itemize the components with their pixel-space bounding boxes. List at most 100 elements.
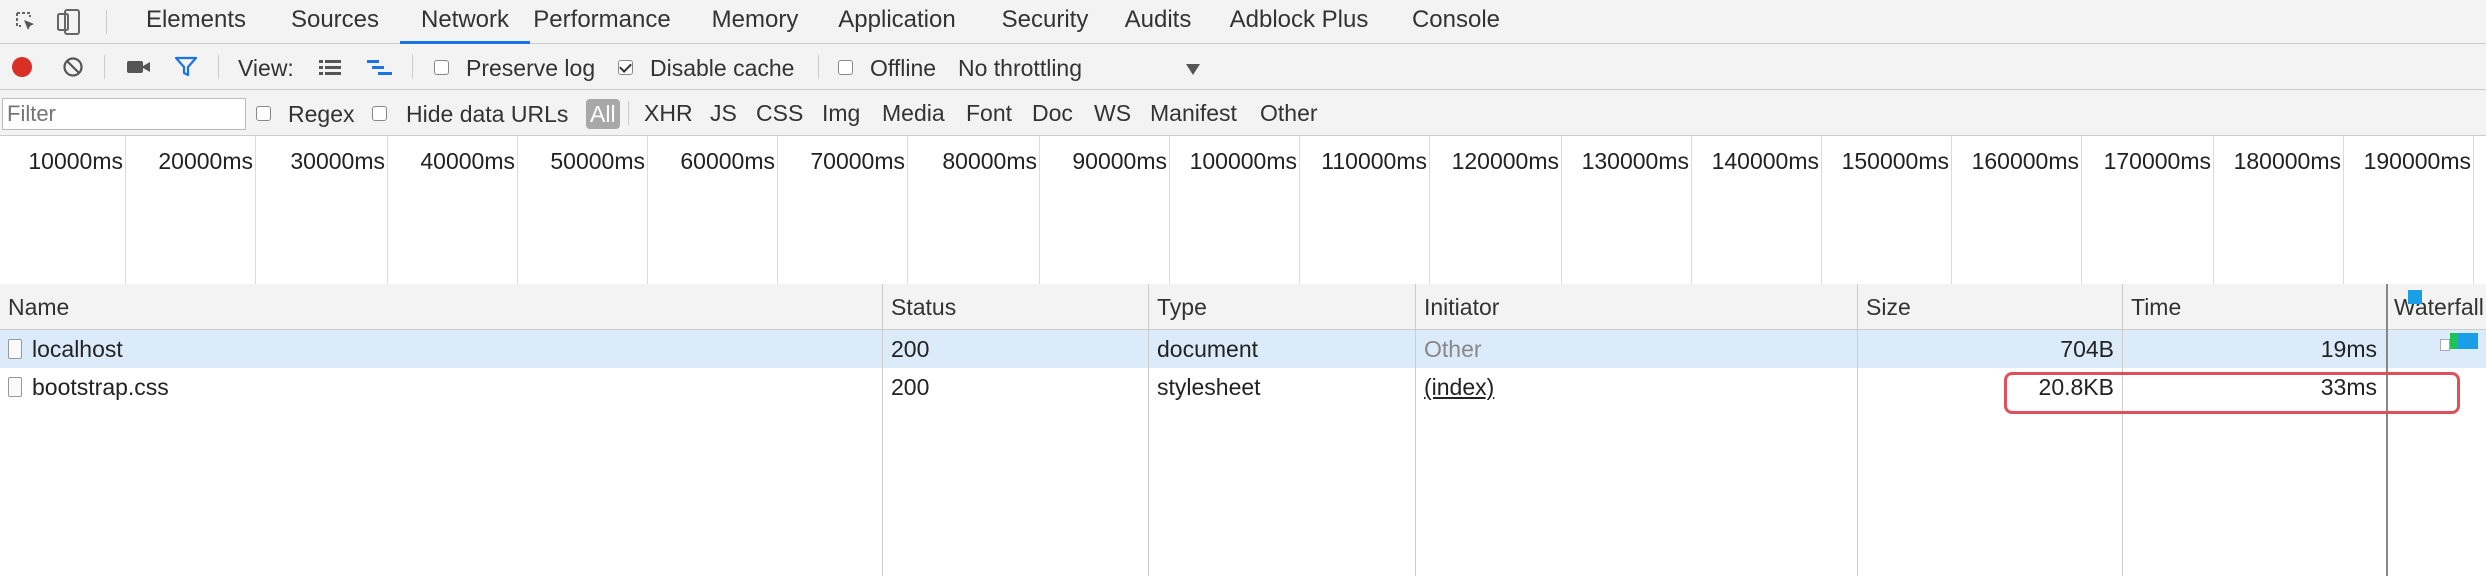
overview-tick: 100000ms <box>1170 136 1300 284</box>
waterfall-bar-content <box>2458 333 2478 349</box>
column-divider[interactable] <box>882 284 883 576</box>
request-type: document <box>1157 336 1259 362</box>
overview-tick: 20000ms <box>126 136 256 284</box>
tab-sources[interactable]: Sources <box>270 0 400 44</box>
filter-type-xhr[interactable]: XHR <box>644 100 693 127</box>
document-icon <box>8 338 22 359</box>
request-status: 200 <box>891 374 930 400</box>
tab-memory[interactable]: Memory <box>700 0 810 44</box>
disable-cache-checkbox[interactable] <box>618 60 633 75</box>
hide-data-urls-checkbox[interactable] <box>372 106 387 121</box>
filter-type-ws[interactable]: WS <box>1094 100 1131 127</box>
overview-tick: 30000ms <box>256 136 388 284</box>
waterfall-bar-waiting <box>2440 339 2450 351</box>
request-table: Name Status Type Initiator Size Time Wat… <box>0 284 2486 576</box>
filter-type-doc[interactable]: Doc <box>1032 100 1073 127</box>
overview-tick-label: 150000ms <box>1841 148 1949 174</box>
filter-icon[interactable] <box>174 56 198 78</box>
tab-label: Network <box>420 6 510 33</box>
filter-type-img[interactable]: Img <box>822 100 860 127</box>
filter-type-font[interactable]: Font <box>966 100 1012 127</box>
tab-label: Memory <box>711 6 799 33</box>
regex-checkbox[interactable] <box>256 106 271 121</box>
chevron-down-icon <box>1186 64 1200 75</box>
record-icon[interactable] <box>12 57 32 77</box>
tab-adblock-plus[interactable]: Adblock Plus <box>1224 0 1374 44</box>
overview-tick-label: 120000ms <box>1451 148 1559 174</box>
column-header-time[interactable]: Time <box>2123 284 2385 330</box>
filter-type-manifest[interactable]: Manifest <box>1150 100 1237 127</box>
tab-security[interactable]: Security <box>990 0 1100 44</box>
overview-tick-label: 50000ms <box>550 148 645 174</box>
column-header-status[interactable]: Status <box>883 284 1148 330</box>
document-icon <box>8 376 22 397</box>
request-initiator: Other <box>1424 336 1482 362</box>
column-header-initiator[interactable]: Initiator <box>1416 284 1857 330</box>
request-size: 704B <box>2060 336 2114 362</box>
request-name: localhost <box>0 330 882 368</box>
overview-tick-label: 100000ms <box>1189 148 1297 174</box>
column-divider[interactable] <box>2122 284 2123 576</box>
overview-tick-label: 190000ms <box>2363 148 2471 174</box>
overview-tick: 140000ms <box>1692 136 1822 284</box>
inspect-element-icon[interactable] <box>14 10 38 34</box>
overview-tick: 180000ms <box>2214 136 2344 284</box>
preserve-log-label: Preserve log <box>466 55 596 81</box>
tab-network[interactable]: Network <box>400 0 530 44</box>
filter-bar: Regex Hide data URLs All <box>0 90 2486 136</box>
overview-tick: 50000ms <box>518 136 648 284</box>
large-rows-icon[interactable] <box>318 58 342 76</box>
filter-input[interactable] <box>2 98 246 130</box>
column-header-name[interactable]: Name <box>0 284 882 330</box>
request-type: stylesheet <box>1157 374 1261 400</box>
overview-tick-label: 140000ms <box>1711 148 1819 174</box>
table-row[interactable]: localhost 200 document Other 704B 19ms <box>0 330 2486 368</box>
overview-tick: 90000ms <box>1040 136 1170 284</box>
tab-console[interactable]: Console <box>1398 0 1514 44</box>
filter-type-css[interactable]: CSS <box>756 100 803 127</box>
column-header-waterfall[interactable]: Waterfall <box>2388 284 2486 330</box>
device-toolbar-icon[interactable] <box>56 8 82 36</box>
filter-all-button[interactable]: All <box>586 99 620 129</box>
initiator-link[interactable]: (index) <box>1424 374 1494 400</box>
tab-label: Performance <box>533 6 671 33</box>
throttling-select[interactable]: No throttling <box>958 50 1208 84</box>
overview-tick: 110000ms <box>1300 136 1430 284</box>
overview-tick: 80000ms <box>908 136 1040 284</box>
column-divider[interactable] <box>1148 284 1149 576</box>
tab-label: Application <box>838 6 956 33</box>
filter-type-media[interactable]: Media <box>882 100 945 127</box>
request-initiator: (index) <box>1416 368 1857 406</box>
tab-elements[interactable]: Elements <box>122 0 270 44</box>
timeline-overview[interactable]: 10000ms 20000ms 30000ms 40000ms 50000ms … <box>0 136 2486 285</box>
column-divider[interactable] <box>1415 284 1416 576</box>
preserve-log-checkbox[interactable] <box>434 60 449 75</box>
tab-audits[interactable]: Audits <box>1118 0 1198 44</box>
clear-icon[interactable] <box>62 56 84 78</box>
tab-application[interactable]: Application <box>830 0 964 44</box>
overview-tick-label: 60000ms <box>680 148 775 174</box>
column-divider[interactable] <box>2386 284 2388 576</box>
overview-tick: 160000ms <box>1952 136 2082 284</box>
tab-label: Adblock Plus <box>1229 6 1369 33</box>
overview-tick-label: 90000ms <box>1072 148 1167 174</box>
devtools-tab-bar: Elements Sources Network Performance Mem… <box>0 0 2486 44</box>
overview-tick-label: 30000ms <box>290 148 385 174</box>
tab-label: Audits <box>1124 6 1192 33</box>
column-divider[interactable] <box>1857 284 1858 576</box>
tab-label: Elements <box>145 6 247 33</box>
overview-tick-label: 10000ms <box>28 148 123 174</box>
annotation-highlight <box>2004 372 2460 414</box>
request-time: 19ms <box>2320 336 2377 362</box>
filter-type-js[interactable]: JS <box>710 100 737 127</box>
overview-icon[interactable] <box>366 58 394 78</box>
column-header-type[interactable]: Type <box>1149 284 1415 330</box>
overview-tick-label: 160000ms <box>1971 148 2079 174</box>
column-header-size[interactable]: Size <box>1858 284 2122 330</box>
tab-performance[interactable]: Performance <box>530 0 674 44</box>
filter-type-other[interactable]: Other <box>1260 100 1318 127</box>
offline-checkbox[interactable] <box>838 60 853 75</box>
camera-icon[interactable] <box>126 58 152 76</box>
request-name: bootstrap.css <box>0 368 882 406</box>
overview-tick-label: 20000ms <box>158 148 253 174</box>
